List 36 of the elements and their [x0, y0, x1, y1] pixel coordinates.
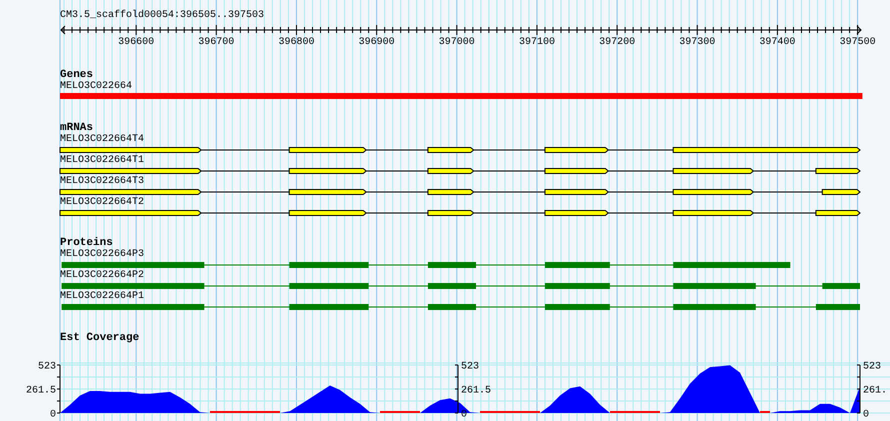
- axis-label: 261.5: [26, 386, 56, 396]
- feature-label: MELO3C022664P2: [60, 270, 144, 281]
- axis-label: 261.: [863, 386, 888, 396]
- track-heading: Est Coverage: [60, 332, 140, 344]
- ruler-label: 397400: [759, 37, 796, 48]
- feature-label: MELO3C022664T2: [60, 197, 144, 208]
- y-axis: [56, 364, 60, 414]
- ruler-label: 396600: [118, 37, 154, 48]
- ruler-label: 396900: [358, 37, 395, 48]
- feature-label: MELO3C022664P3: [60, 249, 144, 260]
- axis-label: 523: [863, 362, 882, 372]
- axis-label: 0: [461, 410, 468, 420]
- axis-label: 261.5: [461, 386, 492, 396]
- axis-label: 523: [461, 362, 480, 372]
- track-heading: Genes: [60, 69, 94, 81]
- feature-label: MELO3C022664: [60, 81, 132, 92]
- feature-label: MELO3C022664T3: [60, 176, 144, 187]
- ruler-label: 397300: [679, 37, 716, 48]
- ruler-label: 396800: [278, 37, 314, 48]
- region-title: CM3.5_scaffold00054:396505..397503: [60, 10, 264, 21]
- ruler-label: 397500: [840, 37, 876, 48]
- y-axis: [454, 364, 458, 414]
- zero-coverage-line: [760, 411, 770, 413]
- track-heading: Proteins: [60, 237, 113, 249]
- axis-label: 0: [50, 410, 56, 420]
- feature-label: MELO3C022664T1: [60, 155, 144, 166]
- axis-label: 0: [863, 410, 870, 420]
- track-heading: mRNAs: [60, 122, 94, 134]
- feature-label: MELO3C022664P1: [60, 291, 144, 302]
- ruler-label: 396700: [198, 37, 234, 48]
- axis-label: 523: [38, 362, 56, 372]
- feature-label: MELO3C022664T4: [60, 134, 144, 145]
- y-axis: [856, 364, 860, 414]
- ruler-label: 397000: [438, 37, 475, 48]
- ruler-label: 397100: [518, 37, 555, 48]
- ruler-label: 397200: [599, 37, 636, 48]
